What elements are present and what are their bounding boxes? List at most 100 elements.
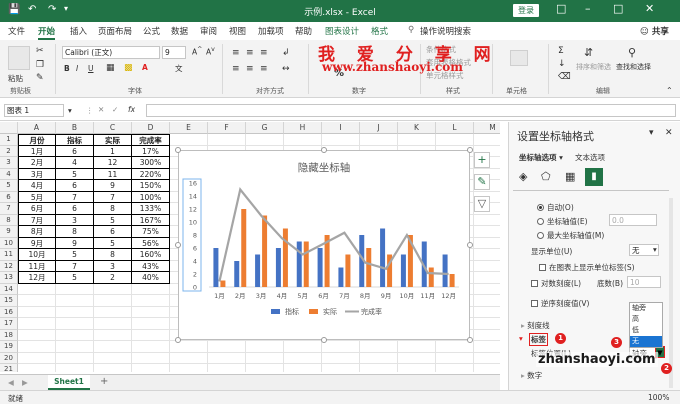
shrink-font-icon[interactable]: Av (206, 46, 215, 57)
row-header[interactable]: 4 (0, 168, 18, 180)
column-header[interactable]: D (132, 122, 170, 134)
add-sheet-button[interactable]: + (100, 376, 108, 387)
column-header[interactable]: G (246, 122, 284, 134)
table-cell[interactable]: 2月 (18, 157, 56, 169)
table-cell[interactable]: 7月 (18, 214, 56, 226)
name-box-dropdown-icon[interactable]: ▾ (68, 106, 72, 115)
tab-addins[interactable]: 加载项 (258, 25, 284, 37)
table-cell[interactable]: 160% (132, 249, 170, 261)
login-button[interactable]: 登录 (513, 4, 539, 17)
table-header-cell[interactable]: 完成率 (132, 134, 170, 146)
chart-styles-icon[interactable]: ✎ (474, 174, 490, 190)
collapse-ribbon-icon[interactable]: ⌃ (666, 86, 673, 95)
legend-label[interactable]: 指标 (285, 307, 299, 316)
row-header[interactable]: 15 (0, 295, 18, 307)
table-cell[interactable]: 150% (132, 180, 170, 192)
table-cell[interactable]: 56% (132, 237, 170, 249)
table-cell[interactable]: 5 (94, 237, 132, 249)
table-cell[interactable]: 8 (94, 203, 132, 215)
tell-me-search[interactable]: 操作说明搜索 (420, 25, 471, 37)
fill-color-icon[interactable]: ▩ (124, 63, 133, 73)
sheet-tab[interactable]: Sheet1 (48, 375, 90, 390)
bar-指标[interactable] (317, 248, 323, 287)
table-cell[interactable]: 220% (132, 168, 170, 180)
row-header[interactable]: 14 (0, 283, 18, 295)
column-header[interactable]: J (360, 122, 398, 134)
legend-label[interactable]: 完成率 (361, 307, 382, 316)
column-header[interactable]: F (208, 122, 246, 134)
table-cell[interactable]: 6 (56, 180, 94, 192)
row-header[interactable]: 17 (0, 318, 18, 330)
dropdown-option[interactable]: 高 (630, 314, 662, 325)
table-cell[interactable]: 4 (56, 157, 94, 169)
effects-icon[interactable]: ⬠ (541, 170, 551, 183)
table-cell[interactable]: 300% (132, 157, 170, 169)
bar-指标[interactable] (380, 228, 386, 288)
table-cell[interactable]: 5 (56, 168, 94, 180)
table-cell[interactable]: 5 (56, 272, 94, 284)
table-cell[interactable]: 1月 (18, 145, 56, 157)
row-header[interactable]: 13 (0, 272, 18, 284)
column-header[interactable]: B (56, 122, 94, 134)
bar-指标[interactable] (338, 267, 344, 288)
row-header[interactable]: 10 (0, 237, 18, 249)
bar-指标[interactable] (213, 248, 219, 287)
pane-scrollbar[interactable] (669, 198, 673, 388)
y-tick-label[interactable]: 10 (189, 219, 197, 227)
base-input[interactable]: 10 (627, 276, 661, 288)
tickmarks-section[interactable]: ▸ 刻度线 (521, 320, 550, 331)
x-tick-label[interactable]: 12月 (441, 292, 456, 300)
find-icon[interactable]: ⚲ (628, 46, 636, 59)
y-tick-label[interactable]: 16 (189, 180, 197, 188)
row-header[interactable]: 8 (0, 214, 18, 226)
row-header[interactable]: 1 (0, 134, 18, 146)
tab-insert[interactable]: 插入 (70, 25, 87, 37)
column-header[interactable]: K (398, 122, 436, 134)
y-tick-label[interactable]: 14 (189, 193, 197, 201)
middle-align-icon[interactable]: ≡ (246, 48, 254, 58)
bar-实际[interactable] (262, 215, 268, 288)
y-tick-label[interactable]: 2 (193, 271, 197, 279)
table-cell[interactable]: 43% (132, 260, 170, 272)
table-cell[interactable]: 3 (94, 260, 132, 272)
table-cell[interactable]: 7 (56, 191, 94, 203)
column-header[interactable]: M (474, 122, 500, 134)
table-cell[interactable]: 75% (132, 226, 170, 238)
show-unit-label-checkbox[interactable]: 在图表上显示单位标签(S) (539, 262, 635, 273)
table-header-cell[interactable]: 实际 (94, 134, 132, 146)
row-header[interactable]: 3 (0, 157, 18, 169)
chart-filter-icon[interactable]: ▽ (474, 196, 490, 212)
cells-button[interactable]: 单元格 (506, 86, 527, 96)
tab-review[interactable]: 审阅 (200, 25, 217, 37)
table-cell[interactable]: 8 (94, 249, 132, 261)
chart-handle[interactable] (175, 147, 181, 153)
axis-value-radio[interactable]: 坐标轴值(E) (537, 216, 588, 227)
table-cell[interactable]: 6 (94, 226, 132, 238)
dropdown-option-selected[interactable]: 无 (630, 336, 662, 347)
row-header[interactable]: 19 (0, 341, 18, 353)
chart-plot[interactable]: 16 14 12 10 8 6 4 2 0 1月 2月 3月 4月 5月 6月 7月 8月 9月 10月 11月 12月… (179, 151, 469, 339)
y-tick-label[interactable]: 6 (193, 245, 197, 253)
table-cell[interactable]: 7 (56, 260, 94, 272)
row-header[interactable]: 11 (0, 249, 18, 261)
border-icon[interactable]: ▦ (106, 63, 115, 73)
table-cell[interactable]: 9月 (18, 237, 56, 249)
tab-file[interactable]: 文件 (8, 25, 25, 37)
row-header[interactable]: 20 (0, 352, 18, 364)
format-painter-icon[interactable]: ✎ (36, 73, 44, 83)
y-tick-label[interactable]: 8 (193, 232, 197, 240)
table-cell[interactable]: 11 (94, 168, 132, 180)
table-cell[interactable]: 2 (94, 272, 132, 284)
row-header[interactable]: 16 (0, 306, 18, 318)
bar-实际[interactable] (303, 241, 309, 288)
x-tick-label[interactable]: 9月 (381, 292, 392, 300)
chart-handle[interactable] (175, 242, 181, 248)
paste-button[interactable]: 粘贴 (8, 73, 23, 84)
display-unit-dropdown-icon[interactable]: ▾ (653, 245, 657, 254)
x-tick-label[interactable]: 2月 (235, 292, 246, 300)
name-box[interactable]: 图表 1 (4, 104, 64, 117)
table-cell[interactable]: 1 (94, 145, 132, 157)
table-header-cell[interactable]: 月份 (18, 134, 56, 146)
bottom-align-icon[interactable]: ≡ (260, 48, 268, 58)
chart[interactable]: 隐藏坐标轴 16 14 12 10 8 6 4 2 0 1月 2月 3月 4月 5月 6月 7月 8月 9月 10月… (178, 150, 470, 340)
